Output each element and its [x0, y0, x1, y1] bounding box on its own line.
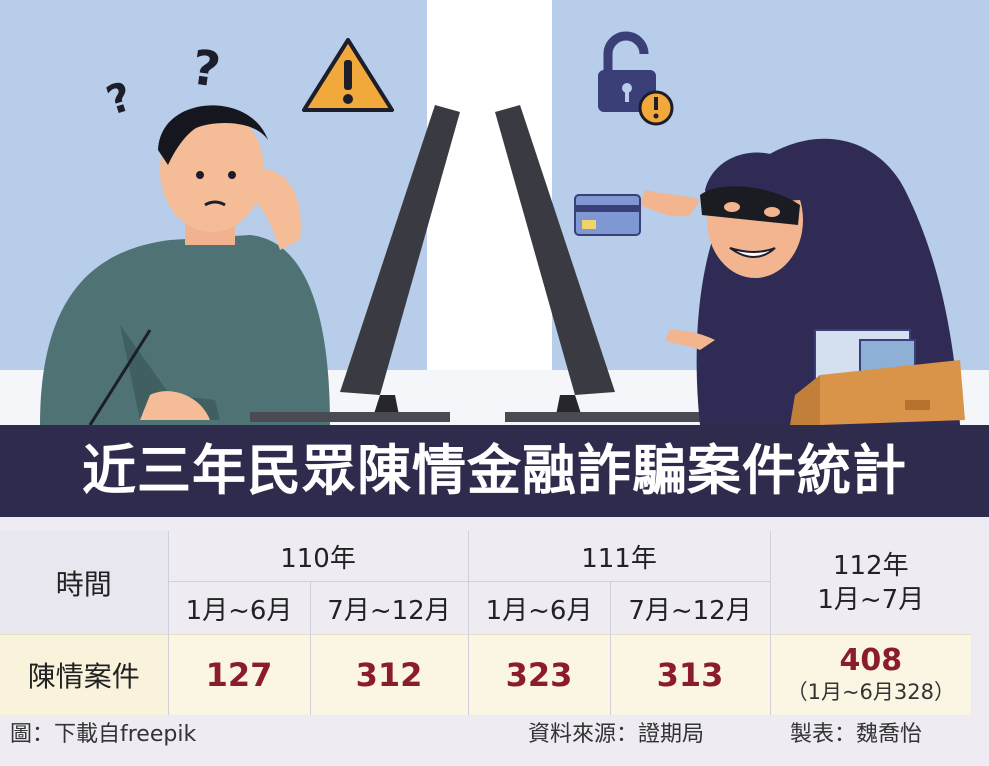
image-credit: 圖：下載自freepik [10, 722, 197, 747]
stats-table: 時間 110年 111年 112年 1月~7月 1月~6月 7月~12月 1月~… [0, 531, 972, 715]
time-header: 時間 [0, 531, 168, 635]
data-source: 資料來源：證期局 [528, 722, 705, 747]
year-112-label: 112年 [832, 550, 909, 581]
page-title: 近三年民眾陳情金融詐騙案件統計 [82, 439, 907, 502]
cases-row: 陳情案件 127 312 323 313 408 （1月~6月328） [0, 634, 972, 715]
year-header-111: 111年 [467, 531, 771, 582]
year-header-110: 110年 [167, 531, 469, 582]
credit-card-icon [574, 194, 641, 236]
value-112-note: （1月~6月328） [786, 680, 955, 704]
value-110-h2: 312 [309, 634, 469, 715]
confused-man-figure [40, 105, 330, 425]
warning-triangle-icon [302, 38, 394, 112]
value-112: 408 [839, 643, 903, 678]
value-111-h1: 323 [467, 634, 611, 715]
illustration-drawing: ? ? [40, 31, 965, 425]
period-110-h2: 7月~12月 [309, 581, 469, 635]
value-110-h1: 127 [167, 634, 310, 715]
table-maker: 製表：魏喬怡 [790, 722, 923, 747]
value-112-cell: 408 （1月~6月328） [769, 634, 972, 715]
period-111-h1: 1月~6月 [467, 581, 611, 635]
stats-panel: 時間 110年 111年 112年 1月~7月 1月~6月 7月~12月 1月~… [0, 517, 989, 766]
title-band: 近三年民眾陳情金融詐騙案件統計 [0, 425, 989, 517]
svg-text:?: ? [188, 39, 223, 98]
year-header-112: 112年 1月~7月 [769, 531, 972, 635]
row-label-cases: 陳情案件 [0, 634, 168, 715]
monitor-right [495, 105, 705, 422]
period-110-h1: 1月~6月 [167, 581, 310, 635]
padlock-warning-icon [598, 31, 674, 126]
illustration: ? ? [0, 0, 989, 425]
svg-text:?: ? [101, 74, 137, 125]
value-111-h2: 313 [609, 634, 771, 715]
year-112-period: 1月~7月 [817, 584, 925, 615]
period-111-h2: 7月~12月 [609, 581, 771, 635]
